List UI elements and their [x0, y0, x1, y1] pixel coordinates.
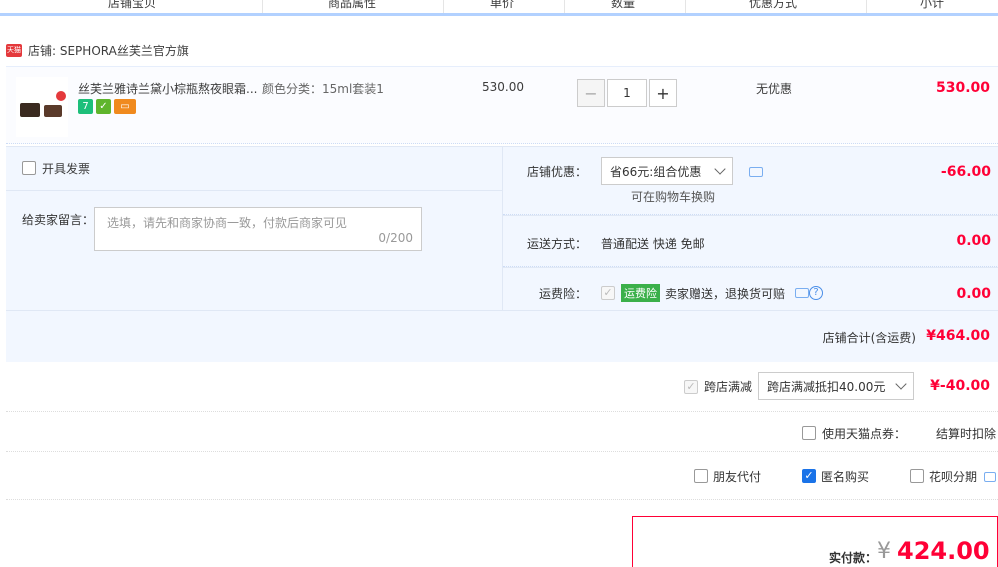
shop-discount-row: 店铺优惠： 省66元:组合优惠 可在购物车换购 -66.00	[503, 147, 998, 215]
final-label: 实付款：	[829, 551, 878, 565]
col-subtotal: 小计	[920, 0, 945, 10]
shop-total-label: 店铺合计(含运费)	[822, 331, 916, 345]
col-attr: 商品属性	[328, 0, 377, 10]
item-attr: 颜色分类：15ml套装1	[262, 82, 384, 96]
qty-plus-button[interactable]: +	[649, 79, 677, 107]
message-count: 0/200	[378, 231, 413, 245]
chevron-down-icon	[714, 163, 726, 175]
cross-store-amount: ¥-40.00	[930, 378, 990, 394]
anonymous-checkbox[interactable]: ✓	[802, 469, 816, 483]
shop-discount-select[interactable]: 省66元:组合优惠	[601, 157, 733, 185]
shop-discount-value: 省66元:组合优惠	[610, 164, 702, 179]
insurance-label: 运费险：	[539, 287, 588, 301]
chat-icon[interactable]	[984, 472, 996, 482]
cross-store-label: 跨店满减	[704, 380, 753, 394]
message-placeholder: 选填，请先和商家协商一致，付款后商家可见	[107, 216, 348, 230]
insurance-tag: 运费险	[621, 284, 660, 302]
shop-discount-label: 店铺优惠：	[527, 165, 588, 179]
anonymous-label: 匿名购买	[821, 470, 870, 484]
item-title[interactable]: 丝芙兰雅诗兰黛小棕瓶熬夜眼霜...	[78, 80, 258, 97]
col-price: 单价	[490, 0, 515, 10]
shipping-label: 运送方式：	[527, 237, 588, 251]
insurance-row: 运费险： ✓ 运费险 卖家赠送，退换货可赔 ? 0.00	[503, 267, 998, 311]
return-7day-icon: 7	[78, 99, 93, 114]
cross-store-checkbox: ✓	[684, 380, 698, 394]
invoice-label: 开具发票	[42, 162, 91, 176]
cross-store-select[interactable]: 跨店满减抵扣40.00元	[758, 372, 914, 400]
huabei-checkbox[interactable]	[910, 469, 924, 483]
qty-input[interactable]: 1	[607, 79, 647, 107]
tmall-badge-icon: 天猫	[6, 43, 22, 57]
guarantee-icon: ✓	[96, 99, 111, 114]
table-header: 店铺宝贝 商品属性 单价 数量 优惠方式 小计	[0, 0, 998, 16]
chat-icon[interactable]	[795, 288, 809, 298]
col-qty: 数量	[611, 0, 636, 10]
col-discount: 优惠方式	[749, 0, 798, 10]
product-thumbnail[interactable]	[16, 77, 68, 137]
col-shop-item: 店铺宝贝	[108, 0, 157, 10]
shipping-row: 运送方式： 普通配送 快递 免邮 0.00	[503, 215, 998, 267]
shipping-amount: 0.00	[956, 233, 991, 249]
invoice-section: 开具发票	[6, 147, 502, 191]
tmall-points-label: 使用天猫点券：	[822, 427, 907, 441]
pay-options-row: 朋友代付 ✓ 匿名购买 花呗分期	[6, 452, 998, 500]
friend-pay-checkbox[interactable]	[694, 469, 708, 483]
shop-discount-amount: -66.00	[940, 164, 991, 180]
insurance-checkbox: ✓	[601, 286, 615, 300]
tmall-points-row: 使用天猫点券： 结算时扣除	[6, 412, 998, 452]
item-discount: 无优惠	[756, 82, 793, 96]
tmall-points-checkbox[interactable]	[802, 426, 816, 440]
qty-minus-button[interactable]: −	[577, 79, 605, 107]
shop-discount-note: 可在购物车换购	[631, 190, 716, 204]
shipping-value: 普通配送 快递 免邮	[601, 237, 705, 251]
service-icons: 7 ✓ ▭	[78, 99, 136, 114]
insurance-text: 卖家赠送，退换货可赔	[665, 287, 786, 301]
cross-store-row: ✓ 跨店满减 跨店满减抵扣40.00元 ¥-40.00	[6, 362, 998, 412]
cross-store-value: 跨店满减抵扣40.00元	[767, 379, 886, 394]
shop-name[interactable]: 店铺: SEPHORA丝芙兰官方旗	[28, 42, 189, 59]
final-currency: ¥	[877, 539, 891, 564]
chat-icon[interactable]	[749, 167, 763, 177]
final-amount: 424.00	[897, 537, 990, 565]
shop-total-row: 店铺合计(含运费) ¥464.00	[6, 310, 998, 362]
insurance-amount: 0.00	[956, 286, 991, 302]
message-label: 给卖家留言：	[22, 213, 95, 227]
shop-row: 天猫 店铺: SEPHORA丝芙兰官方旗	[6, 40, 189, 60]
invoice-checkbox[interactable]	[22, 161, 36, 175]
card-icon: ▭	[114, 99, 136, 114]
item-price: 530.00	[482, 80, 524, 94]
shop-total-amount: ¥464.00	[926, 328, 990, 344]
message-textarea[interactable]: 选填，请先和商家协商一致，付款后商家可见 0/200	[94, 207, 422, 251]
item-subtotal: 530.00	[935, 80, 990, 96]
quantity-stepper: − 1 +	[577, 79, 677, 107]
shop-options: 店铺优惠： 省66元:组合优惠 可在购物车换购 -66.00 运送方式： 普通配…	[502, 147, 998, 311]
friend-pay-label: 朋友代付	[713, 470, 762, 484]
chevron-down-icon	[895, 378, 907, 390]
item-row: 丝芙兰雅诗兰黛小棕瓶熬夜眼霜... 7 ✓ ▭ 颜色分类：15ml套装1 530…	[6, 66, 998, 144]
huabei-label: 花呗分期	[929, 470, 978, 484]
tmall-points-note: 结算时扣除	[936, 427, 997, 441]
final-pay-box: 实付款： ¥ 424.00	[632, 516, 998, 567]
help-icon[interactable]: ?	[809, 286, 823, 300]
